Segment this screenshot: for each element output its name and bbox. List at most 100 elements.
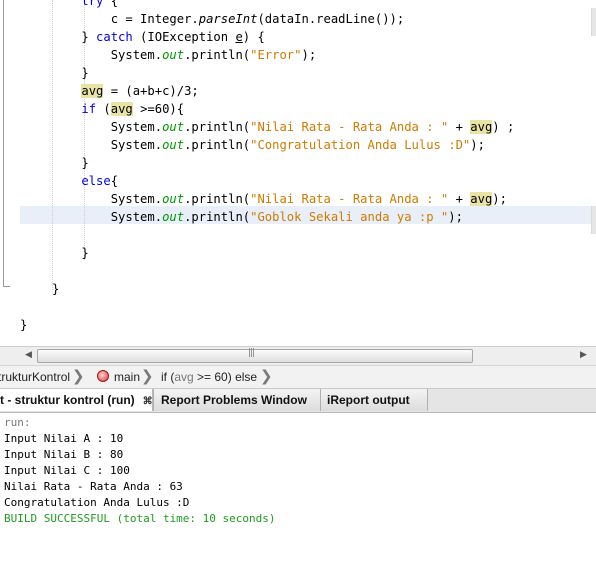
code-token: } bbox=[52, 30, 97, 44]
breadcrumb-method[interactable]: main bbox=[97, 370, 140, 384]
code-token: } bbox=[52, 246, 89, 260]
breadcrumb-statement[interactable]: if (avg >= 60) else bbox=[161, 370, 257, 384]
code-token: if bbox=[81, 102, 97, 116]
code-token: .println( bbox=[184, 120, 251, 134]
code-token: { bbox=[103, 0, 119, 8]
code-token: "Congratulation Anda Lulus :D" bbox=[250, 138, 471, 152]
code-token: avg bbox=[110, 102, 133, 116]
fold-guide bbox=[3, 0, 10, 287]
code-token: System. bbox=[52, 210, 163, 224]
code-token: ) { bbox=[242, 30, 265, 44]
code-token: parseInt bbox=[198, 12, 258, 26]
code-line[interactable]: System.out.println("Nilai Rata - Rata An… bbox=[52, 190, 507, 208]
code-token: try bbox=[81, 0, 104, 8]
code-line[interactable]: System.out.println("Goblok Sekali anda y… bbox=[52, 208, 463, 226]
tab-report-problems-label: Report Problems Window bbox=[161, 393, 307, 407]
code-token: out bbox=[162, 192, 185, 206]
code-token: out bbox=[162, 120, 185, 134]
change-marker bbox=[591, 206, 596, 234]
code-token: avg bbox=[470, 192, 493, 206]
output-line: Input Nilai A : 10 bbox=[4, 432, 124, 445]
code-editor[interactable]: try { c = Integer.parseInt(dataIn.readLi… bbox=[0, 0, 596, 346]
output-line: BUILD SUCCESSFUL (total time: 10 seconds… bbox=[4, 512, 276, 525]
code-token: .println( bbox=[184, 48, 251, 62]
code-line[interactable]: } bbox=[52, 64, 89, 82]
code-token: + bbox=[448, 120, 471, 134]
code-token: avg bbox=[470, 120, 493, 134]
breadcrumb-statement-suffix: >= 60) else bbox=[193, 370, 258, 384]
code-line[interactable]: System.out.println("Nilai Rata - Rata An… bbox=[52, 118, 514, 136]
tab-run-output[interactable]: t - struktur kontrol (run) ⌘ bbox=[0, 389, 153, 411]
code-token: ); bbox=[492, 192, 507, 206]
code-token: } bbox=[52, 66, 89, 80]
code-line[interactable]: } bbox=[52, 154, 89, 172]
code-line[interactable]: } catch (IOException e) { bbox=[52, 28, 265, 46]
output-line: Input Nilai C : 100 bbox=[4, 464, 130, 477]
code-token: } bbox=[20, 318, 28, 332]
scroll-right-icon[interactable]: ▶ bbox=[580, 350, 587, 360]
code-token: ( bbox=[96, 102, 111, 116]
code-token: .println( bbox=[184, 192, 251, 206]
code-token: { bbox=[110, 174, 119, 188]
tab-ireport-output[interactable]: iReport output bbox=[320, 389, 428, 411]
output-tabbar: t - struktur kontrol (run) ⌘ Report Probl… bbox=[0, 389, 596, 413]
breadcrumb-class[interactable]: trukturKontrol bbox=[0, 370, 70, 384]
code-token: ); bbox=[448, 210, 463, 224]
code-line[interactable]: else{ bbox=[52, 172, 118, 190]
code-token: (IOException bbox=[132, 30, 236, 44]
tab-report-problems[interactable]: Report Problems Window bbox=[153, 389, 324, 411]
code-token: "Nilai Rata - Rata Anda : " bbox=[250, 120, 449, 134]
code-token: ); bbox=[470, 138, 485, 152]
output-line: Congratulation Anda Lulus :D bbox=[4, 496, 190, 509]
output-line: Nilai Rata - Rata Anda : 63 bbox=[4, 480, 183, 493]
code-line[interactable]: } bbox=[52, 244, 89, 262]
code-line[interactable]: System.out.println("Congratulation Anda … bbox=[52, 136, 485, 154]
breadcrumb-method-label: main bbox=[114, 370, 141, 384]
code-line[interactable]: } bbox=[52, 280, 59, 298]
code-line[interactable]: avg = (a+b+c)/3; bbox=[52, 82, 199, 100]
code-line[interactable]: if (avg >=60){ bbox=[52, 100, 184, 118]
chevron-right-icon: ❯ bbox=[141, 367, 154, 385]
close-icon[interactable]: ⌘ bbox=[143, 396, 153, 407]
code-token: } bbox=[52, 282, 60, 296]
code-token: catch bbox=[96, 30, 133, 44]
code-token: c = Integer. bbox=[52, 12, 199, 26]
code-token: } bbox=[52, 156, 89, 170]
code-token: "Error" bbox=[250, 48, 302, 62]
code-token: ); bbox=[301, 48, 317, 62]
scrollbar-thumb[interactable]: ||| bbox=[37, 348, 473, 363]
change-marker bbox=[591, 8, 596, 36]
code-token: ) ; bbox=[492, 120, 515, 134]
method-icon bbox=[97, 370, 109, 382]
code-line[interactable]: try { bbox=[52, 0, 118, 10]
tab-ireport-output-label: iReport output bbox=[327, 393, 410, 407]
code-token: System. bbox=[52, 138, 163, 152]
output-console[interactable]: run: Input Nilai A : 10 Input Nilai B : 80… bbox=[0, 413, 596, 564]
code-line[interactable]: System.out.println("Error"); bbox=[52, 46, 317, 64]
breadcrumb-statement-var: avg bbox=[174, 370, 194, 384]
code-token: System. bbox=[52, 48, 163, 62]
code-line[interactable]: c = Integer.parseInt(dataIn.readLine()); bbox=[52, 10, 405, 28]
code-token: "Nilai Rata - Rata Anda : " bbox=[250, 192, 449, 206]
code-token: else bbox=[81, 174, 111, 188]
code-token: .println( bbox=[184, 138, 251, 152]
code-line[interactable]: } bbox=[20, 316, 27, 334]
scroll-left-icon[interactable]: ◀ bbox=[25, 350, 32, 360]
code-token: (dataIn.readLine()); bbox=[257, 12, 405, 26]
code-token: = (a+b+c)/3; bbox=[103, 84, 199, 98]
grip-icon: ||| bbox=[248, 348, 255, 358]
code-token: + bbox=[448, 192, 471, 206]
code-token: "Goblok Sekali anda ya :p " bbox=[250, 210, 449, 224]
breadcrumb-statement-prefix: if ( bbox=[161, 370, 175, 384]
code-token: out bbox=[162, 210, 185, 224]
code-token: System. bbox=[52, 120, 163, 134]
horizontal-scrollbar[interactable]: ◀ ||| ▶ bbox=[0, 346, 596, 365]
output-line: Input Nilai B : 80 bbox=[4, 448, 124, 461]
code-token: >=60){ bbox=[132, 102, 185, 116]
code-token: e bbox=[235, 30, 243, 44]
tab-run-output-label: t - struktur kontrol (run) bbox=[0, 393, 135, 407]
chevron-right-icon: ❯ bbox=[260, 367, 273, 385]
